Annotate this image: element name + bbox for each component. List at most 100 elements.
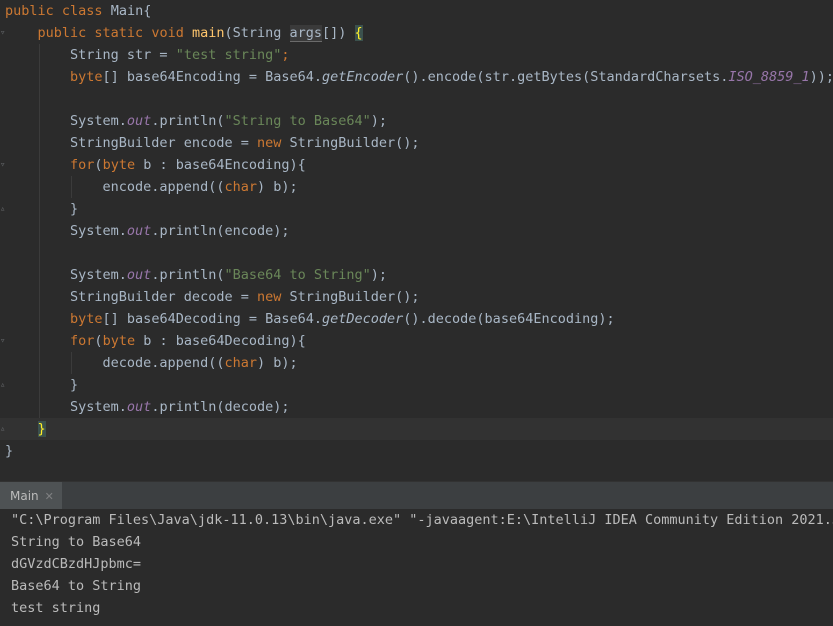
console-line: "C:\Program Files\Java\jdk-11.0.13\bin\j… bbox=[11, 512, 833, 528]
code-token: (String bbox=[224, 25, 290, 41]
code-token: ( bbox=[94, 333, 103, 349]
code-line: decode.append((char) b); bbox=[5, 352, 298, 374]
code-line: } bbox=[5, 374, 78, 396]
current-line-highlight bbox=[0, 418, 833, 440]
code-token: decode.append(( bbox=[5, 355, 225, 371]
code-line: System.out.println(decode); bbox=[5, 396, 289, 418]
code-token: Main{ bbox=[110, 3, 152, 19]
code-token: StringBuilder decode = bbox=[5, 289, 257, 305]
code-token: ().decode(base64Encoding); bbox=[403, 311, 615, 327]
code-line: public static void main(String args[]) { bbox=[5, 22, 363, 44]
code-token: public bbox=[37, 25, 95, 41]
code-token: void bbox=[151, 25, 192, 41]
code-token: new bbox=[256, 289, 290, 305]
code-token: byte bbox=[70, 69, 103, 85]
code-token: b : base64Decoding){ bbox=[143, 333, 306, 349]
code-token: args bbox=[289, 25, 323, 42]
code-token: ().encode(str.getBytes(StandardCharsets. bbox=[403, 69, 729, 85]
run-tab-label: Main bbox=[10, 489, 39, 503]
code-line: StringBuilder encode = new StringBuilder… bbox=[5, 132, 420, 154]
code-line: encode.append((char) b); bbox=[5, 176, 298, 198]
code-token: String str = bbox=[5, 47, 176, 63]
code-token: [] base64Encoding = Base64. bbox=[102, 69, 322, 85]
code-token: System. bbox=[5, 267, 127, 283]
code-token: getDecoder bbox=[322, 311, 404, 327]
code-token: StringBuilder(); bbox=[289, 135, 420, 151]
code-token: .println( bbox=[151, 113, 225, 129]
code-token: encode.append(( bbox=[5, 179, 225, 195]
console-line: Base64 to String bbox=[11, 578, 142, 594]
code-line: StringBuilder decode = new StringBuilder… bbox=[5, 286, 420, 308]
code-token: System. bbox=[5, 399, 127, 415]
code-token: } bbox=[5, 377, 79, 393]
code-line: } bbox=[5, 440, 13, 462]
code-token: main bbox=[191, 25, 225, 41]
code-line: } bbox=[5, 198, 78, 220]
code-line: System.out.println("String to Base64"); bbox=[5, 110, 387, 132]
code-token: for bbox=[70, 157, 95, 173]
code-token: .println( bbox=[151, 267, 225, 283]
code-token: "Base64 to String" bbox=[224, 267, 371, 283]
code-token: ) b); bbox=[256, 355, 298, 371]
code-token: { bbox=[354, 25, 363, 41]
code-token: new bbox=[256, 135, 290, 151]
code-token: ; bbox=[281, 47, 290, 63]
console-line: String to Base64 bbox=[11, 534, 142, 550]
code-token: } bbox=[5, 443, 14, 459]
code-token: out bbox=[126, 267, 152, 283]
code-token: )); bbox=[809, 69, 833, 85]
code-token: b : base64Encoding){ bbox=[143, 157, 306, 173]
code-token: System. bbox=[5, 113, 127, 129]
code-token: System. bbox=[5, 223, 127, 239]
code-line: String str = "test string"; bbox=[5, 44, 290, 66]
code-token: "test string" bbox=[175, 47, 282, 63]
code-editor[interactable]: ▿ ▿ ▵ ▿ ▵ ▵ public class Main{ public st… bbox=[0, 0, 833, 481]
code-token: .println(decode); bbox=[151, 399, 290, 415]
code-token: out bbox=[126, 223, 152, 239]
run-console[interactable]: "C:\Program Files\Java\jdk-11.0.13\bin\j… bbox=[0, 509, 833, 626]
code-line: for(byte b : base64Decoding){ bbox=[5, 330, 306, 352]
code-token: } bbox=[37, 421, 46, 437]
code-line: byte[] base64Encoding = Base64.getEncode… bbox=[5, 66, 833, 88]
code-line: System.out.println("Base64 to String"); bbox=[5, 264, 387, 286]
console-line: dGVzdCBzdHJpbmc= bbox=[11, 556, 142, 572]
console-line: test string bbox=[11, 600, 101, 616]
code-token: out bbox=[126, 113, 152, 129]
code-line: public class Main{ bbox=[5, 0, 151, 22]
code-token: getEncoder bbox=[322, 69, 404, 85]
code-token: for bbox=[70, 333, 95, 349]
code-token: StringBuilder encode = bbox=[5, 135, 257, 151]
code-line: byte[] base64Decoding = Base64.getDecode… bbox=[5, 308, 615, 330]
code-token: ) b); bbox=[256, 179, 298, 195]
code-token: byte bbox=[102, 333, 144, 349]
code-token: } bbox=[5, 201, 79, 217]
run-tab-main[interactable]: Main ✕ bbox=[0, 482, 62, 512]
code-token: public bbox=[5, 3, 62, 19]
code-token: []) bbox=[322, 25, 355, 41]
code-token: "String to Base64" bbox=[224, 113, 371, 129]
code-token: ); bbox=[370, 113, 388, 129]
code-token: byte bbox=[102, 157, 144, 173]
code-line: System.out.println(encode); bbox=[5, 220, 289, 242]
code-token: [] base64Decoding = Base64. bbox=[102, 311, 322, 327]
code-token: char bbox=[224, 355, 257, 371]
code-token: StringBuilder(); bbox=[289, 289, 420, 305]
code-token: byte bbox=[70, 311, 103, 327]
run-tool-window-tabbar: Main ✕ bbox=[0, 481, 833, 512]
code-token: ISO_8859_1 bbox=[728, 69, 810, 85]
code-line: for(byte b : base64Encoding){ bbox=[5, 154, 306, 176]
code-token: ( bbox=[94, 157, 103, 173]
code-token: class bbox=[61, 3, 111, 19]
code-line: } bbox=[5, 418, 46, 440]
code-token: .println(encode); bbox=[151, 223, 290, 239]
code-token: ); bbox=[370, 267, 388, 283]
code-token: out bbox=[126, 399, 152, 415]
close-icon[interactable]: ✕ bbox=[45, 490, 54, 503]
code-token: char bbox=[224, 179, 257, 195]
